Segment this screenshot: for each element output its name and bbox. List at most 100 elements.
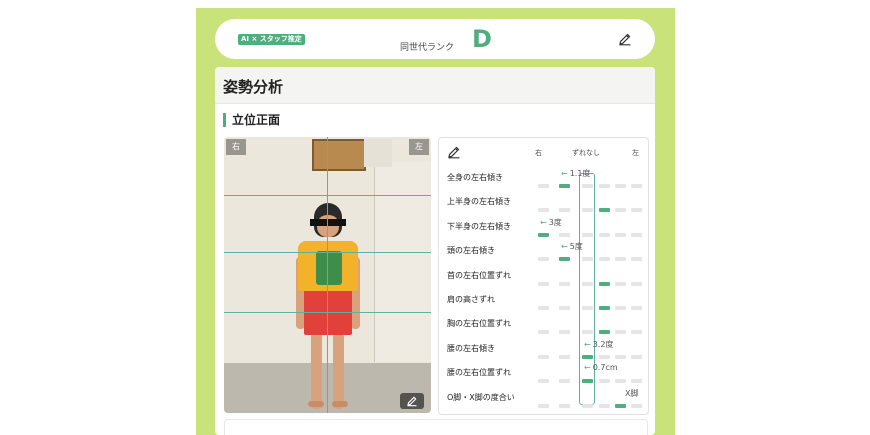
level-indicator: [559, 354, 570, 359]
level-indicator: [599, 184, 610, 188]
posture-photo: 右 左: [224, 137, 431, 413]
photo-label-right: 右: [226, 139, 246, 155]
level-indicator: [582, 403, 593, 408]
panel-header: 姿勢分析: [215, 67, 655, 104]
app-frame: AI × スタッフ推定 同世代ランク D 姿勢分析 立位正面 右 左 右 ずれな…: [196, 8, 675, 435]
level-indicator: [631, 281, 642, 286]
level-indicator-active: [615, 403, 626, 408]
row-label: O脚・X脚の度合い: [447, 392, 515, 402]
pencil-icon[interactable]: [400, 393, 424, 409]
row-value: ← 3度: [540, 217, 562, 228]
analysis-row: 首の左右位置ずれ: [439, 266, 648, 290]
level-indicator: [631, 379, 642, 384]
level-indicator-active: [599, 330, 610, 335]
analysis-row: 全身の左右傾き ← 1.1度: [439, 168, 648, 192]
level-indicator: [615, 257, 626, 262]
level-indicator: [599, 257, 610, 262]
column-header-none: ずれなし: [572, 149, 600, 157]
level-indicator: [631, 208, 642, 213]
ai-estimate-badge: AI × スタッフ推定: [238, 34, 305, 45]
level-indicator: [538, 379, 549, 384]
level-indicator: [538, 257, 549, 262]
level-indicator: [615, 232, 626, 237]
level-indicator: [599, 232, 610, 237]
level-indicator-active: [599, 208, 610, 213]
level-indicator-active: [559, 257, 570, 262]
level-indicator: [559, 208, 570, 213]
level-indicator: [538, 306, 549, 310]
guide-line-horizontal: [224, 195, 431, 196]
level-indicator: [538, 208, 549, 213]
center-guide-line: [327, 137, 328, 413]
row-value-text: 3度: [548, 217, 562, 227]
analysis-row: 腰の左右傾き ← 3.2度: [439, 339, 648, 363]
level-indicator: [615, 306, 626, 310]
level-indicator: [559, 281, 570, 286]
row-value-text: X脚: [625, 388, 639, 398]
arrow-left-icon: ←: [561, 242, 568, 252]
row-value-text: 1.1度: [569, 169, 591, 178]
analysis-row: 腰の左右位置ずれ ← 0.7cm: [439, 363, 648, 387]
row-label: 頭の左右傾き: [447, 246, 495, 256]
level-indicator: [559, 379, 570, 384]
level-indicator: [599, 403, 610, 408]
pencil-icon[interactable]: [447, 144, 461, 159]
row-value: ← 1.1度: [561, 168, 590, 179]
level-indicator: [582, 232, 593, 237]
row-value: X脚: [625, 388, 638, 399]
panel-title: 姿勢分析: [223, 78, 284, 96]
rank-value: D: [472, 25, 492, 53]
level-indicator: [615, 379, 626, 384]
level-indicator-active: [582, 379, 593, 384]
level-indicator-active: [599, 306, 610, 310]
pencil-icon[interactable]: [618, 31, 632, 46]
level-indicator: [559, 232, 570, 237]
level-indicator: [631, 354, 642, 359]
level-indicator: [631, 403, 642, 408]
guide-line-horizontal: [224, 312, 431, 313]
level-indicator: [599, 379, 610, 384]
analysis-row: 胸の左右位置ずれ: [439, 314, 648, 338]
level-indicator: [538, 281, 549, 286]
row-label: 腰の左右位置ずれ: [447, 368, 511, 378]
analysis-row: 頭の左右傾き ← 5度: [439, 241, 648, 265]
analysis-row: O脚・X脚の度合い X脚: [439, 388, 648, 412]
analysis-row: 下半身の左右傾き ← 3度: [439, 217, 648, 241]
level-indicator-active: [582, 354, 593, 359]
row-value-text: 3.2度: [592, 339, 614, 349]
section-title: 立位正面: [223, 113, 280, 127]
arrow-left-icon: ←: [561, 169, 568, 178]
level-indicator: [538, 184, 549, 188]
level-indicator: [538, 330, 549, 335]
level-indicator-active: [538, 232, 549, 237]
analysis-row: 肩の高さずれ: [439, 290, 648, 314]
level-indicator: [615, 184, 626, 188]
rank-label: 同世代ランク: [400, 43, 455, 53]
row-value-text: 5度: [569, 242, 583, 252]
level-indicator: [582, 330, 593, 335]
level-indicator: [631, 257, 642, 262]
level-indicator-active: [599, 281, 610, 286]
row-label: 胸の左右位置ずれ: [447, 319, 511, 329]
arrow-left-icon: ←: [540, 217, 547, 227]
arrow-left-icon: ←: [584, 339, 591, 349]
level-indicator: [631, 184, 642, 188]
level-indicator: [631, 306, 642, 310]
row-value: ← 3.2度: [584, 339, 613, 350]
row-label: 下半身の左右傾き: [447, 221, 511, 231]
level-indicator: [538, 354, 549, 359]
level-indicator-active: [559, 184, 570, 188]
level-indicator: [559, 403, 570, 408]
level-indicator: [615, 354, 626, 359]
level-indicator: [582, 281, 593, 286]
row-label: 上半身の左右傾き: [447, 197, 511, 207]
guide-line-horizontal: [224, 252, 431, 253]
column-header-right: 右: [535, 149, 542, 157]
next-card: [224, 419, 648, 435]
rank-bar: AI × スタッフ推定 同世代ランク D: [215, 19, 655, 59]
level-indicator: [538, 403, 549, 408]
arrow-left-icon: ←: [584, 363, 591, 373]
row-label: 肩の高さずれ: [447, 295, 495, 304]
posture-analysis-table: 右 ずれなし 左 全身の左右傾き ← 1.1度 上半身の左右傾き 下半身の左右傾き ← 3度…: [438, 137, 649, 415]
level-indicator: [599, 354, 610, 359]
